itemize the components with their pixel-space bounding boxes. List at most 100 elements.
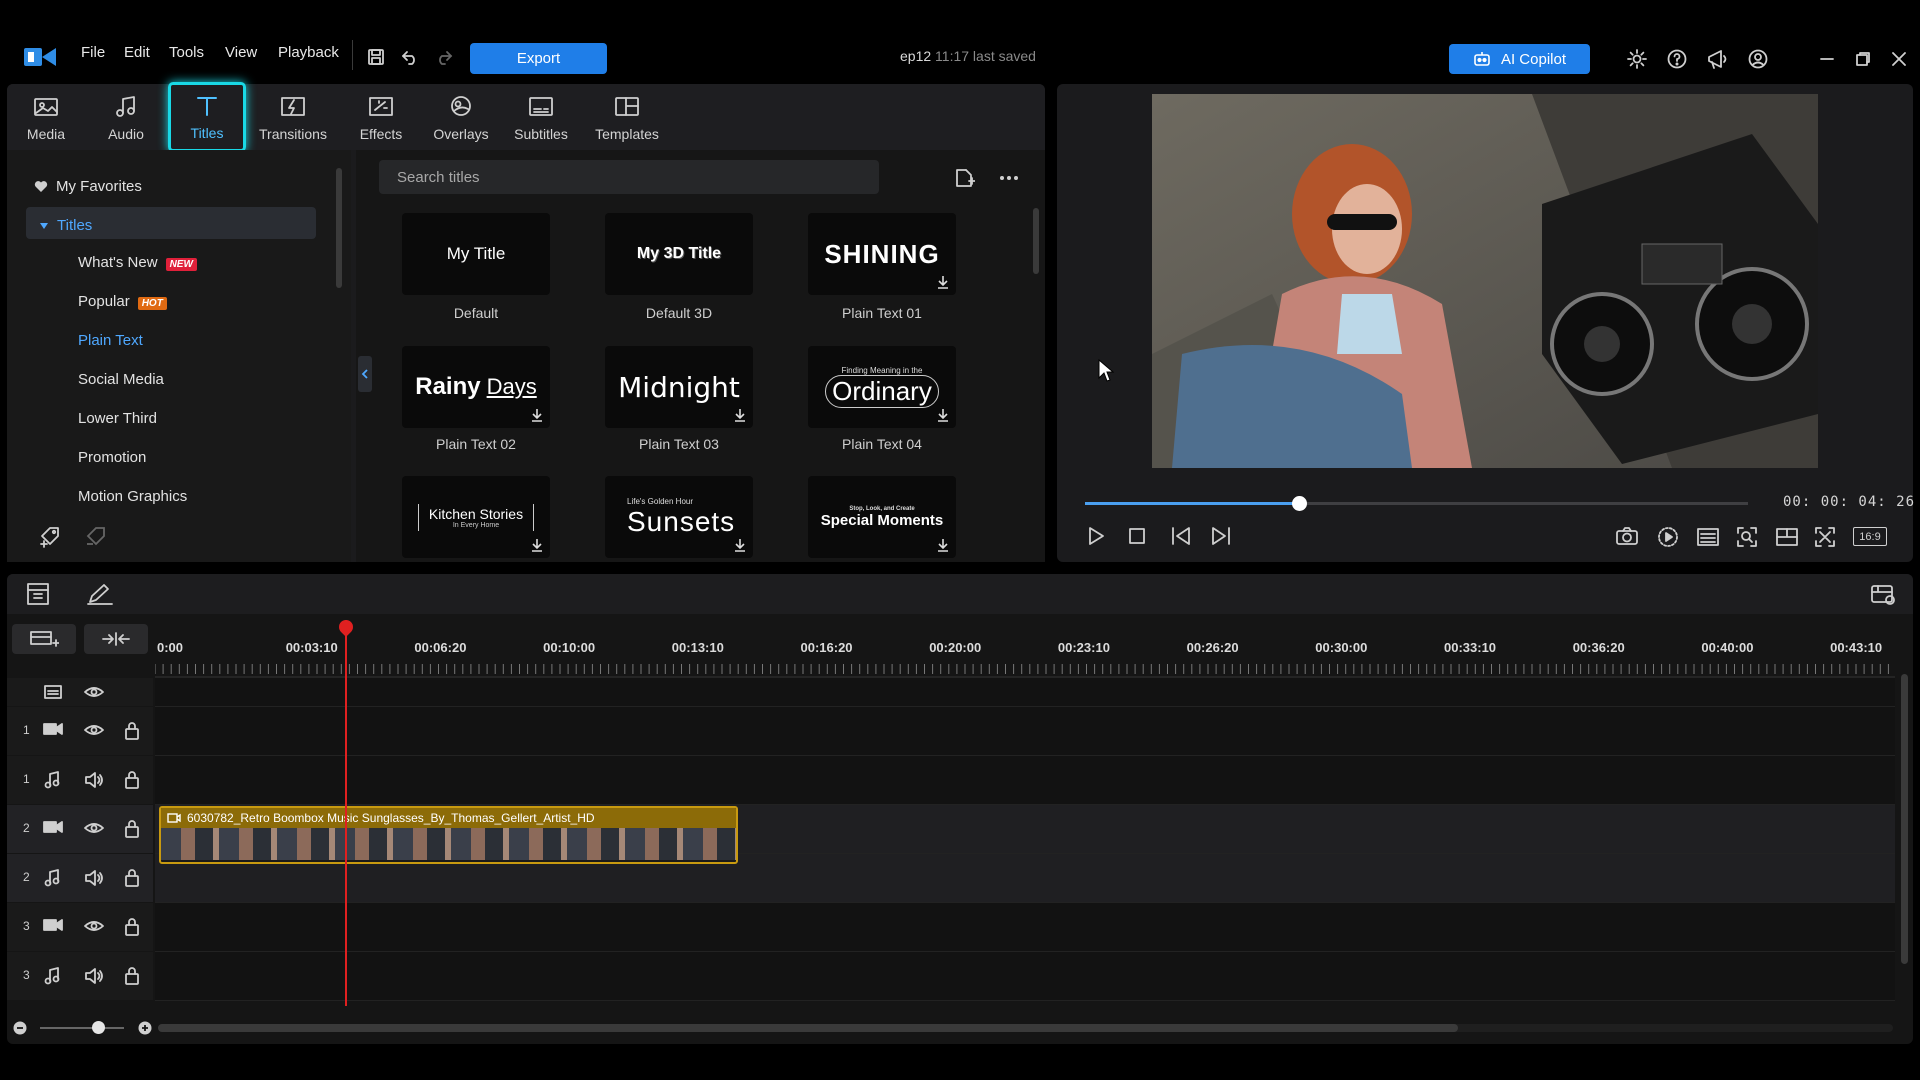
category-group-titles-header[interactable]: Titles xyxy=(39,217,92,234)
previous-frame-icon[interactable] xyxy=(1170,526,1192,546)
timeline-scrollbar-thumb[interactable] xyxy=(158,1024,1458,1032)
tab-transitions[interactable]: Transitions xyxy=(254,84,332,150)
account-avatar-icon[interactable] xyxy=(1747,48,1769,70)
tab-media[interactable]: Media xyxy=(7,84,85,150)
collapse-panel-button[interactable] xyxy=(358,356,372,392)
title-tile-plain-text-01[interactable]: SHINING xyxy=(808,213,956,295)
lock-icon[interactable] xyxy=(123,917,141,937)
track-list-icon[interactable] xyxy=(43,684,63,700)
close-window-icon[interactable] xyxy=(1891,51,1907,67)
timeline-settings-icon[interactable] xyxy=(1870,582,1896,606)
playhead-line[interactable] xyxy=(345,620,347,1006)
titles-scrollbar[interactable] xyxy=(1033,208,1039,274)
import-title-icon[interactable] xyxy=(953,167,975,189)
tab-overlays[interactable]: Overlays xyxy=(422,84,500,150)
download-icon[interactable] xyxy=(530,537,544,553)
eye-icon[interactable] xyxy=(83,918,105,934)
track-row-audio[interactable] xyxy=(155,952,1895,1001)
menu-tools[interactable]: Tools xyxy=(169,44,204,61)
feedback-megaphone-icon[interactable] xyxy=(1706,48,1730,70)
minimize-icon[interactable] xyxy=(1819,52,1835,66)
speaker-icon[interactable] xyxy=(83,967,105,985)
lock-icon[interactable] xyxy=(123,819,141,839)
track-row-audio[interactable] xyxy=(155,756,1895,805)
grid-layout-icon[interactable] xyxy=(1775,527,1799,547)
add-tag-icon[interactable] xyxy=(38,524,64,548)
category-plain-text[interactable]: Plain Text xyxy=(78,332,143,349)
more-options-icon[interactable] xyxy=(999,175,1019,181)
search-titles-input[interactable]: Search titles xyxy=(379,160,879,194)
ai-copilot-button[interactable]: AI Copilot xyxy=(1449,44,1590,74)
fullscreen-icon[interactable] xyxy=(1814,526,1836,548)
redo-icon[interactable] xyxy=(434,48,454,66)
timeline-vertical-scrollbar[interactable] xyxy=(1901,674,1908,964)
category-my-favorites[interactable]: My Favorites xyxy=(34,178,142,195)
zoom-slider-track[interactable] xyxy=(40,1027,124,1029)
title-tile-default-3d[interactable]: My 3D Title xyxy=(605,213,753,295)
download-icon[interactable] xyxy=(530,407,544,423)
play-icon[interactable] xyxy=(1086,526,1106,546)
lock-icon[interactable] xyxy=(123,966,141,986)
snapshot-camera-icon[interactable] xyxy=(1615,526,1639,546)
eye-icon[interactable] xyxy=(83,820,105,836)
next-frame-icon[interactable] xyxy=(1210,526,1232,546)
help-icon[interactable] xyxy=(1666,48,1688,70)
title-tile-default[interactable]: My Title xyxy=(402,213,550,295)
stop-icon[interactable] xyxy=(1128,527,1146,545)
seek-bar-handle[interactable] xyxy=(1292,496,1307,511)
category-scrollbar[interactable] xyxy=(336,168,342,288)
eye-icon[interactable] xyxy=(83,684,105,700)
menu-edit[interactable]: Edit xyxy=(124,44,150,61)
title-tile-special-moments[interactable]: Stop, Look, and Create Special Moments xyxy=(808,476,956,558)
category-whats-new[interactable]: What's New NEW xyxy=(78,254,197,271)
menu-file[interactable]: File xyxy=(81,44,105,61)
category-motion-graphics[interactable]: Motion Graphics xyxy=(78,488,187,505)
save-icon[interactable] xyxy=(366,47,386,67)
title-tile-plain-text-03[interactable]: Midnight xyxy=(605,346,753,428)
tab-titles[interactable]: Titles xyxy=(168,82,246,152)
video-preview-frame[interactable] xyxy=(1152,94,1818,468)
restore-window-icon[interactable] xyxy=(1855,51,1871,67)
title-tile-plain-text-04[interactable]: Finding Meaning in the Ordinary xyxy=(808,346,956,428)
edit-pen-icon[interactable] xyxy=(86,582,114,606)
lock-icon[interactable] xyxy=(123,721,141,741)
export-button[interactable]: Export xyxy=(470,43,607,74)
download-icon[interactable] xyxy=(936,537,950,553)
zoom-out-icon[interactable] xyxy=(12,1020,28,1036)
menu-playback[interactable]: Playback xyxy=(278,44,339,61)
menu-view[interactable]: View xyxy=(225,44,257,61)
title-tile-sunsets[interactable]: Life's Golden Hour Sunsets xyxy=(605,476,753,558)
timeline-mode-icon[interactable] xyxy=(26,582,50,606)
title-tile-kitchen-stories[interactable]: Kitchen Stories In Every Home xyxy=(402,476,550,558)
download-icon[interactable] xyxy=(733,407,747,423)
tab-effects[interactable]: Effects xyxy=(342,84,420,150)
speaker-icon[interactable] xyxy=(83,771,105,789)
speaker-icon[interactable] xyxy=(83,869,105,887)
tab-templates[interactable]: Templates xyxy=(588,84,666,150)
video-clip[interactable]: 6030782_Retro Boombox Music Sunglasses_B… xyxy=(159,806,738,864)
undo-icon[interactable] xyxy=(400,48,420,66)
settings-gear-icon[interactable] xyxy=(1626,48,1648,70)
lock-icon[interactable] xyxy=(123,770,141,790)
tab-audio[interactable]: Audio xyxy=(87,84,165,150)
add-track-button[interactable] xyxy=(12,624,76,654)
download-icon[interactable] xyxy=(936,274,950,290)
download-icon[interactable] xyxy=(733,537,747,553)
download-icon[interactable] xyxy=(936,407,950,423)
eye-icon[interactable] xyxy=(83,722,105,738)
track-row-video[interactable] xyxy=(155,903,1895,952)
zoom-preview-icon[interactable] xyxy=(1736,526,1758,548)
category-social-media[interactable]: Social Media xyxy=(78,371,164,388)
zoom-slider-handle[interactable] xyxy=(92,1021,105,1034)
aspect-ratio-button[interactable]: 16:9 xyxy=(1853,527,1887,546)
track-row-video[interactable] xyxy=(155,707,1895,756)
category-popular[interactable]: Popular HOT xyxy=(78,293,167,310)
tab-subtitles[interactable]: Subtitles xyxy=(502,84,580,150)
category-promotion[interactable]: Promotion xyxy=(78,449,146,466)
zoom-in-icon[interactable] xyxy=(137,1020,153,1036)
lock-icon[interactable] xyxy=(123,868,141,888)
fit-timeline-button[interactable] xyxy=(84,624,148,654)
subtitles-toggle-icon[interactable] xyxy=(1696,527,1720,547)
render-preview-icon[interactable] xyxy=(1656,525,1680,549)
title-tile-plain-text-02[interactable]: Rainy Days xyxy=(402,346,550,428)
